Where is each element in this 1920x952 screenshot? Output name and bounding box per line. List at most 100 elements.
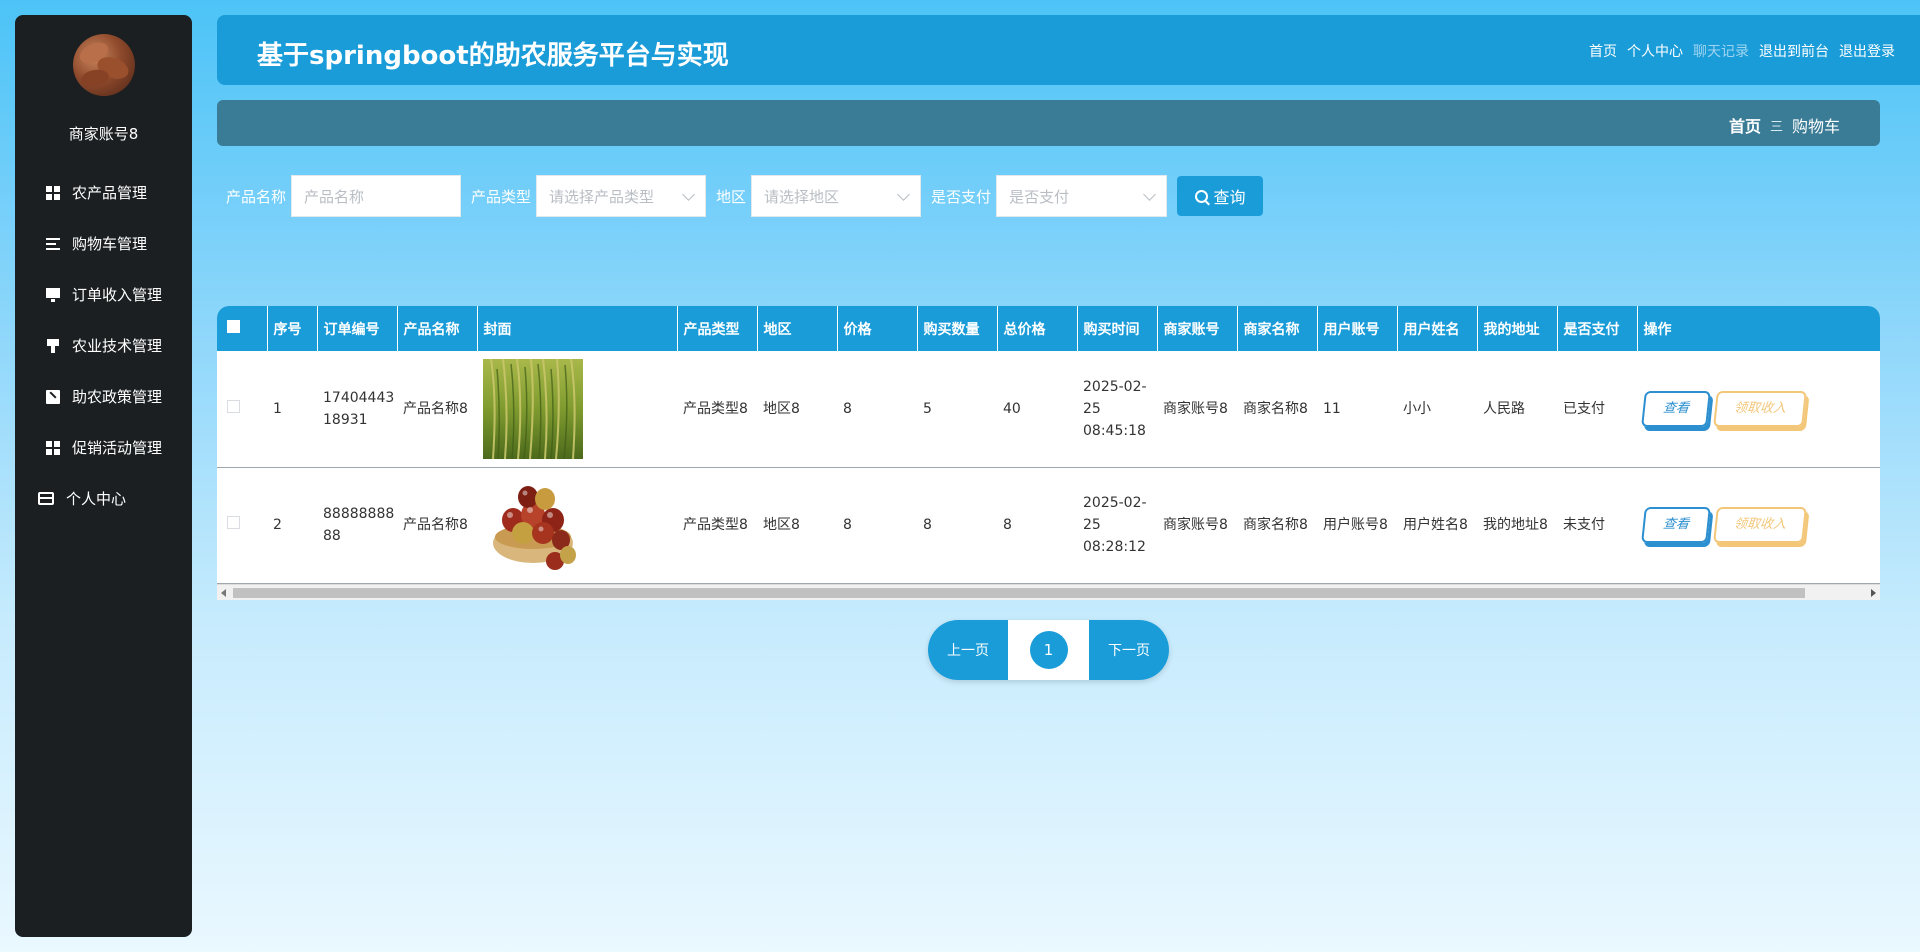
sidebar-item-label: 促销活动管理 <box>72 439 163 457</box>
sidebar-username: 商家账号8 <box>68 125 139 143</box>
product-type-placeholder: 请选择产品类型 <box>549 187 655 206</box>
column-header: 商家账号 <box>1157 306 1238 351</box>
column-header: 我的地址 <box>1477 306 1558 351</box>
paid-placeholder: 是否支付 <box>1009 187 1070 206</box>
sidebar-item-label: 助农政策管理 <box>72 388 163 406</box>
link-exit-front[interactable]: 退出到前台 <box>1759 41 1829 61</box>
sidebar-item-label: 订单收入管理 <box>72 286 163 304</box>
table-header-row: 序号 订单编号 产品名称 封面 产品类型 地区 价格 购买数量 总价格 购买时间… <box>217 306 1880 351</box>
view-button[interactable]: 查看 <box>1641 507 1711 543</box>
sidebar: 商家账号8 农产品管理 购物车管理 订单收入管理 农业技术管理 助农政策管理 促… <box>15 15 192 937</box>
scroll-right-icon[interactable] <box>1871 589 1876 597</box>
chevron-down-icon <box>682 188 695 201</box>
region-placeholder: 请选择地区 <box>764 187 840 206</box>
cell-cover <box>477 467 677 583</box>
column-header: 用户姓名 <box>1397 306 1478 351</box>
page-number-current[interactable]: 1 <box>1029 631 1068 669</box>
cell-user-name: 用户姓名8 <box>1403 517 1468 533</box>
sidebar-menu: 农产品管理 购物车管理 订单收入管理 农业技术管理 助农政策管理 促销活动管理 … <box>15 167 192 524</box>
pagination: 上一页 1 下一页 <box>928 620 1169 680</box>
breadcrumb-bar: 首页 三 购物车 <box>217 100 1880 146</box>
sidebar-item-products[interactable]: 农产品管理 <box>15 167 192 218</box>
link-logout[interactable]: 退出登录 <box>1839 41 1895 61</box>
collect-income-button[interactable]: 领取收入 <box>1713 507 1807 543</box>
product-type-select[interactable]: 请选择产品类型 <box>536 175 707 217</box>
cell-merchant-account: 商家账号8 <box>1163 517 1228 533</box>
cell-index: 1 <box>273 400 282 417</box>
breadcrumb-current: 购物车 <box>1791 117 1840 136</box>
link-profile[interactable]: 个人中心 <box>1627 41 1683 61</box>
cell-address: 人民路 <box>1483 400 1525 417</box>
paid-select[interactable]: 是否支付 <box>996 175 1168 217</box>
prev-page-button[interactable]: 上一页 <box>928 620 1008 680</box>
cell-time: 2025-02-25 08:45:18 <box>1083 378 1147 439</box>
top-links: 首页 个人中心 聊天记录 退出到前台 退出登录 <box>1589 41 1895 61</box>
cell-cover <box>477 351 677 467</box>
region-label: 地区 <box>716 187 747 206</box>
column-header: 序号 <box>267 306 318 351</box>
cell-order-no: 1740444318931 <box>323 389 395 428</box>
breadcrumb-separator: 三 <box>1769 119 1783 135</box>
product-name-input[interactable]: 产品名称 <box>291 175 462 217</box>
chevron-down-icon <box>897 188 910 201</box>
link-home[interactable]: 首页 <box>1589 41 1617 61</box>
cell-type: 产品类型8 <box>683 400 748 417</box>
grid-icon <box>46 440 60 455</box>
column-header: 价格 <box>837 306 918 351</box>
column-header: 地区 <box>757 306 838 351</box>
rice-image[interactable] <box>483 358 583 459</box>
cell-actions: 查看 领取收入 <box>1637 351 1880 467</box>
sidebar-item-policy[interactable]: 助农政策管理 <box>15 371 192 422</box>
sidebar-item-label: 购物车管理 <box>72 235 148 253</box>
next-page-button[interactable]: 下一页 <box>1089 620 1169 680</box>
view-button[interactable]: 查看 <box>1641 390 1711 427</box>
horizontal-scrollbar[interactable] <box>217 584 1880 600</box>
column-header: 购买时间 <box>1077 306 1158 351</box>
product-type-label: 产品类型 <box>471 187 532 206</box>
column-header: 产品类型 <box>677 306 758 351</box>
select-all-checkbox[interactable] <box>227 320 240 333</box>
column-header: 用户账号 <box>1317 306 1398 351</box>
cell-user-name: 小小 <box>1403 400 1431 417</box>
document-icon <box>46 389 60 404</box>
sidebar-item-profile[interactable]: 个人中心 <box>15 473 192 524</box>
product-name-label: 产品名称 <box>226 187 287 206</box>
cell-region: 地区8 <box>763 517 800 533</box>
cell-user-account: 用户账号8 <box>1323 517 1388 533</box>
cart-table: 序号 订单编号 产品名称 封面 产品类型 地区 价格 购买数量 总价格 购买时间… <box>217 306 1880 600</box>
region-select[interactable]: 请选择地区 <box>751 175 922 217</box>
query-button[interactable]: 查询 <box>1177 176 1264 216</box>
scroll-left-icon[interactable] <box>221 589 226 597</box>
column-header: 是否支付 <box>1557 306 1638 351</box>
sidebar-item-promotion[interactable]: 促销活动管理 <box>15 422 192 473</box>
column-header: 商家名称 <box>1237 306 1318 351</box>
row-checkbox[interactable] <box>227 399 240 413</box>
sidebar-item-cart[interactable]: 购物车管理 <box>15 218 192 269</box>
breadcrumb: 首页 三 购物车 <box>1729 113 1840 137</box>
sidebar-item-orders[interactable]: 订单收入管理 <box>15 269 192 320</box>
cup-icon <box>46 338 60 353</box>
jujube-image[interactable] <box>483 475 583 575</box>
card-icon <box>38 492 54 505</box>
table-row: 1 1740444318931 产品名称8 产品类型8 地区8 8 5 40 2… <box>217 351 1880 467</box>
chevron-down-icon <box>1143 188 1156 201</box>
sidebar-item-label: 农产品管理 <box>72 184 148 202</box>
grid-icon <box>46 185 60 200</box>
column-header: 购买数量 <box>917 306 998 351</box>
cell-price: 8 <box>843 400 852 417</box>
column-header: 封面 <box>477 306 678 351</box>
paid-label: 是否支付 <box>931 187 992 206</box>
breadcrumb-home[interactable]: 首页 <box>1729 113 1761 137</box>
product-name-placeholder: 产品名称 <box>304 187 365 206</box>
sidebar-item-tech[interactable]: 农业技术管理 <box>15 320 192 371</box>
cell-qty: 5 <box>923 400 932 417</box>
scrollbar-thumb[interactable] <box>233 588 1805 598</box>
cell-region: 地区8 <box>763 400 800 417</box>
page-current-wrap: 1 <box>1008 620 1089 680</box>
avatar[interactable] <box>73 34 135 96</box>
link-chat-history[interactable]: 聊天记录 <box>1693 41 1749 61</box>
row-checkbox[interactable] <box>227 516 240 529</box>
cell-merchant-name: 商家名称8 <box>1243 400 1308 417</box>
collect-income-button[interactable]: 领取收入 <box>1713 390 1807 427</box>
top-header: 基于springboot的助农服务平台与实现 首页 个人中心 聊天记录 退出到前… <box>217 15 1920 85</box>
